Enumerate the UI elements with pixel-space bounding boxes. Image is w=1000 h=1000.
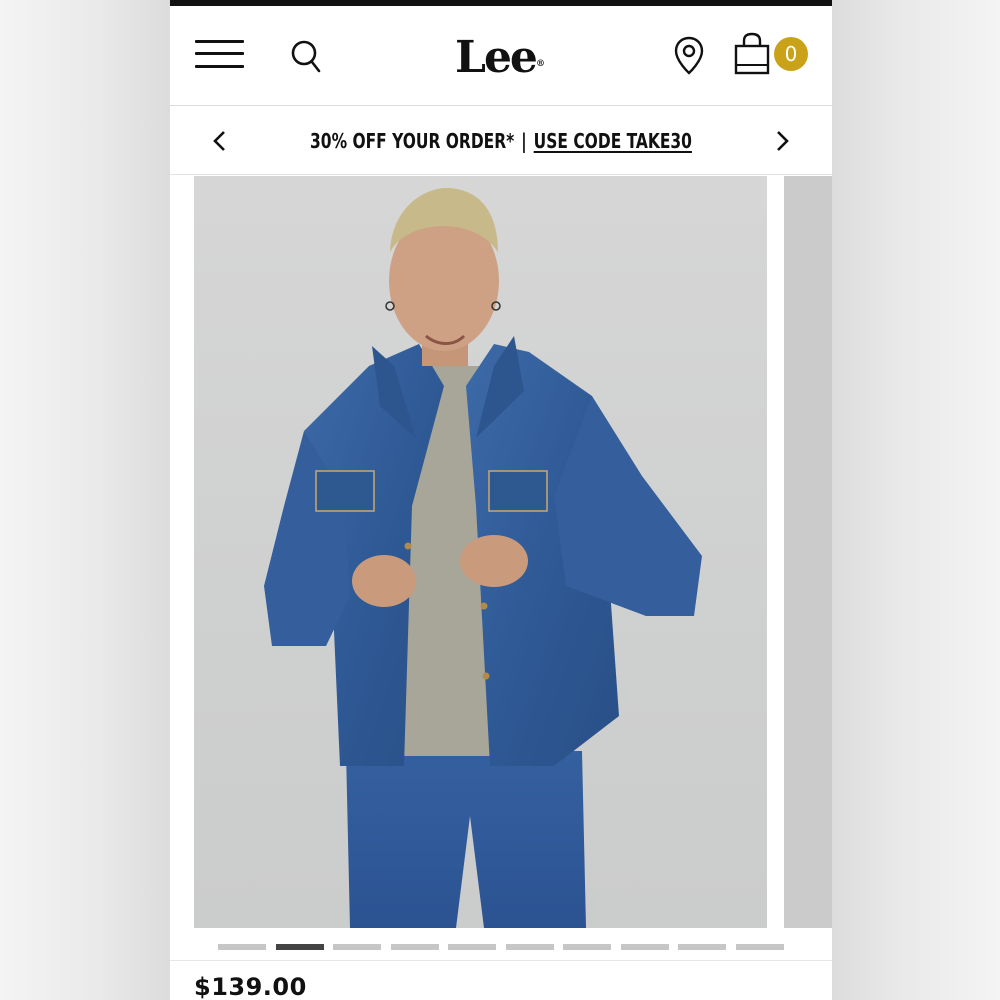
gallery-dot[interactable] [505, 944, 554, 950]
gallery-dot[interactable] [275, 944, 324, 950]
search-icon[interactable] [288, 36, 324, 76]
gallery-dot[interactable] [563, 944, 611, 950]
gallery-dot[interactable] [448, 944, 496, 950]
backdrop-right [832, 0, 1000, 1000]
chevron-left-icon[interactable] [206, 127, 234, 155]
model-in-denim-jacket-image [264, 188, 702, 928]
gallery-dot[interactable] [735, 944, 784, 950]
promo-code-link[interactable]: USE CODE TAKE30 [534, 129, 692, 153]
gallery-dot[interactable] [333, 944, 381, 950]
cart-count-badge[interactable]: 0 [774, 37, 808, 71]
gallery-dot[interactable] [678, 944, 726, 950]
mobile-page: Lee® 0 30% OFF YOUR ORDER* | USE CODE TAKE… [170, 0, 832, 1000]
shopping-bag-icon[interactable] [733, 32, 771, 76]
product-image-gallery[interactable] [170, 176, 832, 928]
promo-banner: 30% OFF YOUR ORDER* | USE CODE TAKE30 [170, 107, 832, 175]
product-price: $139.00 [194, 973, 307, 1000]
site-header: Lee® 0 [170, 6, 832, 106]
next-product-image-peek[interactable] [784, 176, 832, 928]
product-image[interactable] [194, 176, 767, 928]
backdrop-left [0, 0, 170, 1000]
brand-logo-text: Lee [455, 32, 538, 83]
hamburger-menu-icon[interactable] [195, 38, 244, 70]
registered-mark: ® [535, 59, 545, 69]
price-section: $139.00 [170, 960, 832, 1000]
brand-logo[interactable]: Lee® [455, 32, 545, 84]
chevron-right-icon[interactable] [768, 127, 796, 155]
promo-separator: | [521, 129, 527, 153]
gallery-dot[interactable] [620, 944, 669, 950]
promo-offer-text: 30% OFF YOUR ORDER* [310, 129, 515, 153]
promo-message: 30% OFF YOUR ORDER* | USE CODE TAKE30 [277, 125, 726, 157]
gallery-pagination [170, 928, 832, 960]
gallery-dot[interactable] [218, 944, 266, 950]
gallery-dot[interactable] [390, 944, 439, 950]
location-pin-icon[interactable] [673, 36, 705, 76]
